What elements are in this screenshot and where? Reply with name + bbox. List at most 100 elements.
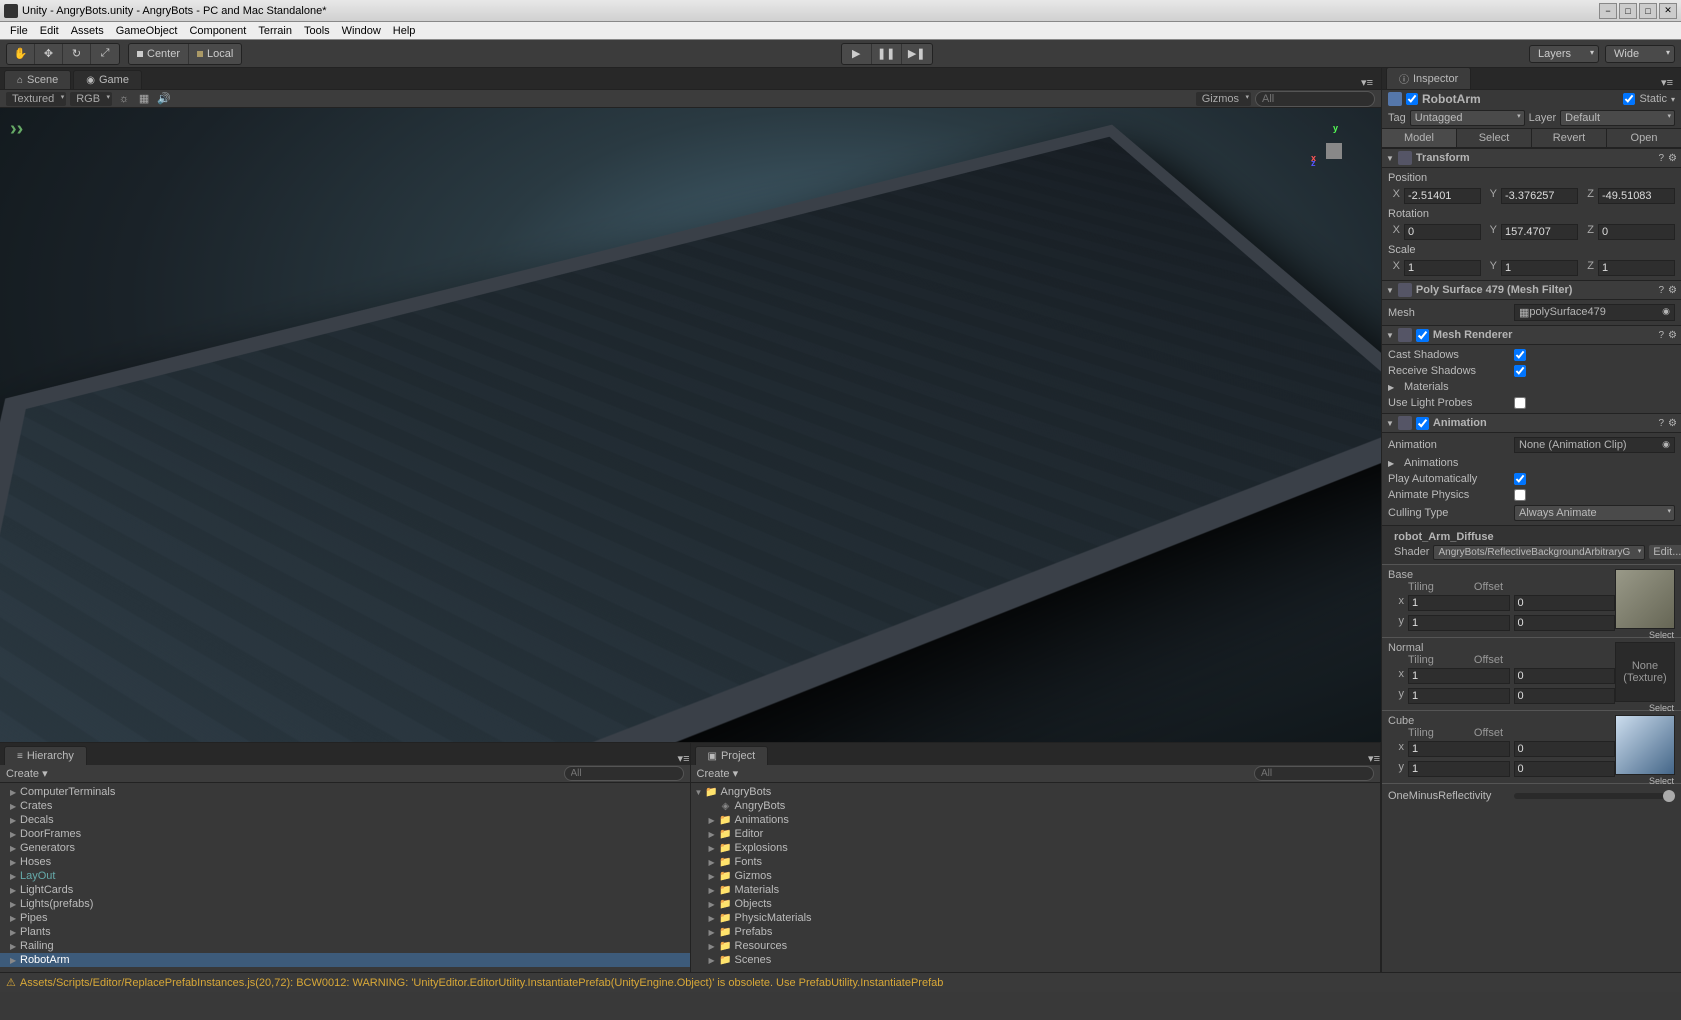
normal-offset-x[interactable]: [1514, 668, 1616, 684]
menu-gameobject[interactable]: GameObject: [110, 25, 184, 37]
project-item[interactable]: ▶📁Explosions: [691, 841, 1381, 855]
lightprobes-checkbox[interactable]: [1514, 397, 1526, 409]
menu-terrain[interactable]: Terrain: [252, 25, 298, 37]
prefab-select-button[interactable]: Select: [1457, 129, 1532, 147]
project-search[interactable]: [1254, 766, 1374, 781]
rot-x-input[interactable]: [1404, 224, 1481, 240]
base-offset-y[interactable]: [1514, 615, 1616, 631]
transform-header[interactable]: ▼ Transform ? ⚙: [1382, 148, 1681, 168]
layer-dropdown[interactable]: Default: [1560, 110, 1675, 126]
hierarchy-item[interactable]: ▶Crates: [0, 799, 690, 813]
scale-z-input[interactable]: [1598, 260, 1675, 276]
help-icon[interactable]: ?: [1658, 418, 1664, 429]
scale-y-input[interactable]: [1501, 260, 1578, 276]
rendermode-dropdown[interactable]: RGB: [70, 92, 112, 106]
animate-physics-checkbox[interactable]: [1514, 489, 1526, 501]
project-item[interactable]: ▶📁Fonts: [691, 855, 1381, 869]
chevron-icon[interactable]: ▶: [709, 844, 719, 853]
gear-icon[interactable]: ⚙: [1668, 418, 1677, 429]
cube-tiling-x[interactable]: [1408, 741, 1510, 757]
gizmo-z-axis[interactable]: z: [1311, 158, 1316, 168]
cube-texture-slot[interactable]: Select: [1615, 715, 1675, 775]
chevron-right-icon[interactable]: ▶: [10, 872, 20, 881]
project-item[interactable]: ▶📁Editor: [691, 827, 1381, 841]
menu-assets[interactable]: Assets: [65, 25, 110, 37]
move-tool[interactable]: ✥: [35, 44, 63, 64]
layout-dropdown[interactable]: Wide: [1605, 45, 1675, 63]
project-item[interactable]: ▶📁Materials: [691, 883, 1381, 897]
play-auto-checkbox[interactable]: [1514, 473, 1526, 485]
scale-x-input[interactable]: [1404, 260, 1481, 276]
step-button[interactable]: ▶❚: [902, 44, 932, 64]
gizmo-y-axis[interactable]: y: [1333, 123, 1338, 133]
chevron-icon[interactable]: ▶: [709, 900, 719, 909]
normal-tiling-x[interactable]: [1408, 668, 1510, 684]
chevron-icon[interactable]: ▶: [709, 858, 719, 867]
chevron-icon[interactable]: ▶: [709, 914, 719, 923]
close-button[interactable]: ✕: [1659, 3, 1677, 19]
chevron-icon[interactable]: ▶: [709, 956, 719, 965]
hierarchy-item[interactable]: ▶ComputerTerminals: [0, 785, 690, 799]
chevron-right-icon[interactable]: ▶: [10, 802, 20, 811]
mesh-objectref[interactable]: ▦ polySurface479◉: [1514, 304, 1675, 321]
animation-enabled[interactable]: [1416, 417, 1429, 430]
project-create[interactable]: Create ▾: [697, 767, 739, 780]
hierarchy-item[interactable]: ▶RobotArm: [0, 953, 690, 967]
static-checkbox[interactable]: [1623, 93, 1635, 105]
base-texture-slot[interactable]: Select: [1615, 569, 1675, 629]
chevron-right-icon[interactable]: ▶: [10, 900, 20, 909]
normal-tiling-y[interactable]: [1408, 688, 1510, 704]
hierarchy-item[interactable]: ▶DoorFrames: [0, 827, 690, 841]
chevron-icon[interactable]: ▼: [695, 788, 705, 797]
object-name[interactable]: RobotArm: [1422, 92, 1619, 106]
gear-icon[interactable]: ⚙: [1668, 330, 1677, 341]
project-item[interactable]: ◈AngryBots: [691, 799, 1381, 813]
menu-tools[interactable]: Tools: [298, 25, 336, 37]
tab-scene[interactable]: ⌂Scene: [4, 70, 71, 89]
layers-dropdown[interactable]: Layers: [1529, 45, 1599, 63]
static-dropdown-icon[interactable]: ▾: [1671, 95, 1675, 104]
chevron-right-icon[interactable]: ▶: [10, 788, 20, 797]
hierarchy-item[interactable]: ▶Pipes: [0, 911, 690, 925]
meshrenderer-header[interactable]: ▼ Mesh Renderer ? ⚙: [1382, 325, 1681, 345]
maximize-button[interactable]: □: [1619, 3, 1637, 19]
gear-icon[interactable]: ⚙: [1668, 285, 1677, 296]
menu-help[interactable]: Help: [387, 25, 422, 37]
tab-hierarchy[interactable]: ≡Hierarchy: [4, 746, 87, 765]
project-item[interactable]: ▶📁PhysicMaterials: [691, 911, 1381, 925]
chevron-right-icon[interactable]: ▶: [10, 956, 20, 965]
drawmode-dropdown[interactable]: Textured: [6, 92, 66, 106]
base-offset-x[interactable]: [1514, 595, 1616, 611]
chevron-right-icon[interactable]: ▶: [10, 942, 20, 951]
cube-offset-y[interactable]: [1514, 761, 1616, 777]
normal-texture-slot[interactable]: None(Texture)Select: [1615, 642, 1675, 702]
hierarchy-create[interactable]: Create ▾: [6, 767, 48, 780]
base-tiling-y[interactable]: [1408, 615, 1510, 631]
menu-edit[interactable]: Edit: [34, 25, 65, 37]
tab-game[interactable]: ◉Game: [73, 70, 142, 89]
meshfilter-header[interactable]: ▼ Poly Surface 479 (Mesh Filter) ? ⚙: [1382, 280, 1681, 300]
hierarchy-tabmenu[interactable]: ▾≡: [678, 752, 690, 765]
hierarchy-list[interactable]: ▶ComputerTerminals▶Crates▶Decals▶DoorFra…: [0, 783, 690, 972]
help-icon[interactable]: ?: [1658, 153, 1664, 164]
hierarchy-item[interactable]: ▶Lights(prefabs): [0, 897, 690, 911]
chevron-icon[interactable]: ▶: [709, 872, 719, 881]
cube-tiling-y[interactable]: [1408, 761, 1510, 777]
pos-z-input[interactable]: [1598, 188, 1675, 204]
tab-inspector[interactable]: ⓘInspector: [1386, 67, 1471, 89]
gear-icon[interactable]: ⚙: [1668, 153, 1677, 164]
chevron-right-icon[interactable]: ▶: [1388, 459, 1398, 468]
chevron-right-icon[interactable]: ▶: [10, 816, 20, 825]
project-item[interactable]: ▼📁AngryBots: [691, 785, 1381, 799]
hierarchy-item[interactable]: ▶Generators: [0, 841, 690, 855]
meshrenderer-enabled[interactable]: [1416, 329, 1429, 342]
culling-type-dropdown[interactable]: Always Animate: [1514, 505, 1675, 521]
minimize-button[interactable]: −: [1599, 3, 1617, 19]
hierarchy-item[interactable]: ▶LightCards: [0, 883, 690, 897]
hierarchy-item[interactable]: ▶Plants: [0, 925, 690, 939]
prefab-revert-button[interactable]: Revert: [1532, 129, 1607, 147]
tab-project[interactable]: ▣Project: [695, 746, 769, 765]
pivot-local-toggle[interactable]: Local: [189, 44, 241, 64]
hierarchy-item[interactable]: ▶Decals: [0, 813, 690, 827]
inspector-tabmenu[interactable]: ▾≡: [1653, 76, 1681, 89]
